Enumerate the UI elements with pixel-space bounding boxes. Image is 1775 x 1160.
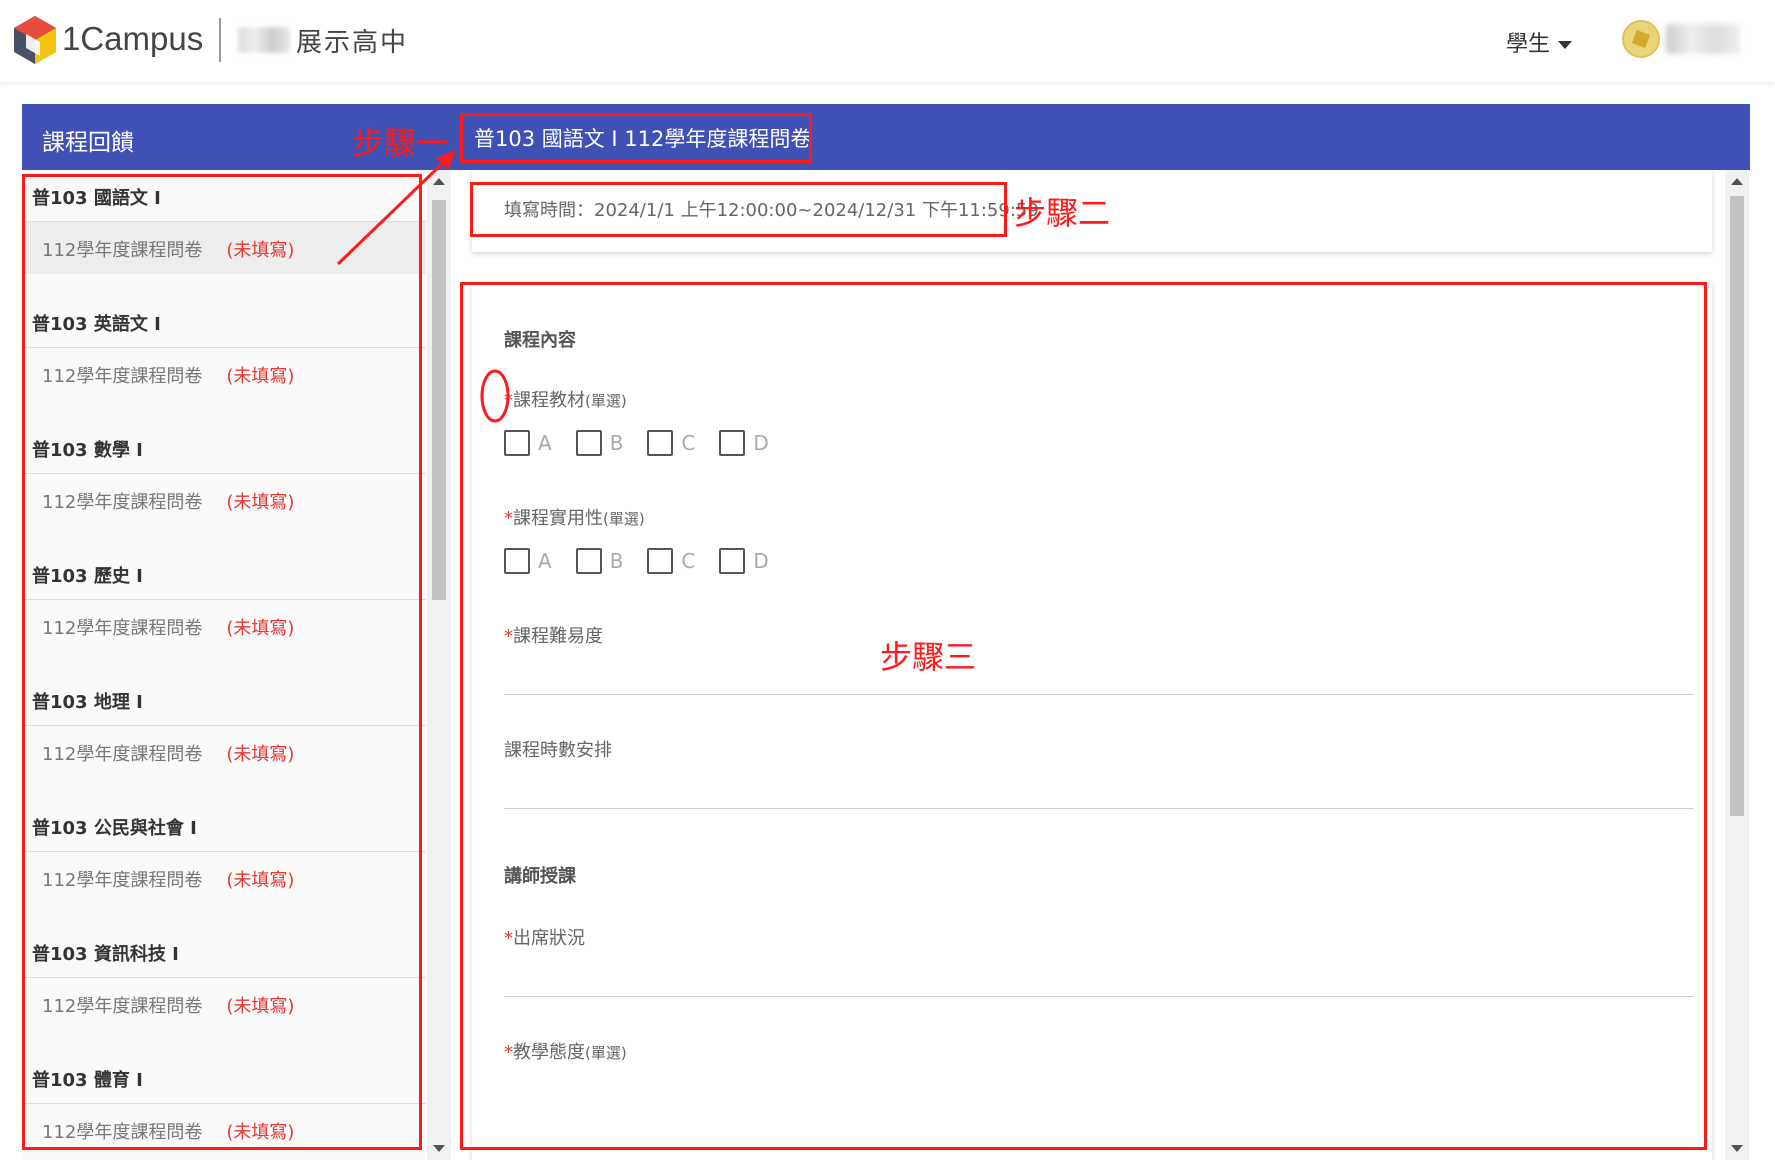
top-navbar: 1Campus 展示高中 學生 (0, 0, 1775, 82)
scroll-down-icon[interactable] (1731, 1145, 1743, 1152)
caret-down-icon (1558, 41, 1573, 49)
step3-annotation: 步驟三 (880, 638, 977, 676)
sidebar-scrollbar[interactable] (427, 170, 451, 1160)
user-name-blurred[interactable] (1666, 24, 1740, 54)
sidebar-highlight-box (22, 174, 422, 1150)
school-name-blurred (238, 27, 290, 53)
user-avatar[interactable] (1622, 20, 1660, 58)
scroll-down-icon[interactable] (433, 1145, 445, 1152)
scroll-up-icon[interactable] (433, 178, 445, 185)
scroll-up-icon[interactable] (1731, 178, 1743, 185)
school-name: 展示高中 (296, 28, 409, 58)
page-title: 課程回饋 (42, 130, 134, 156)
step3-highlight-box (460, 282, 1707, 1150)
page-header-bar: 課程回饋 普103 國語文 I 112學年度課程問卷 (22, 104, 1750, 170)
step2-highlight-box (470, 182, 1007, 237)
campus-logo-icon[interactable] (12, 14, 58, 66)
main-scrollbar[interactable] (1725, 170, 1749, 1160)
logo-text[interactable]: 1Campus (62, 20, 203, 58)
scrollbar-thumb[interactable] (1730, 196, 1744, 816)
step1-annotation: 步驟一 (352, 124, 449, 162)
logo-divider (219, 18, 221, 62)
step2-annotation: 步驟二 (1014, 194, 1111, 232)
role-dropdown[interactable]: 學生 (1506, 26, 1573, 58)
scrollbar-thumb[interactable] (432, 200, 446, 600)
step1-highlight-box (460, 113, 812, 163)
role-label: 學生 (1506, 32, 1551, 57)
